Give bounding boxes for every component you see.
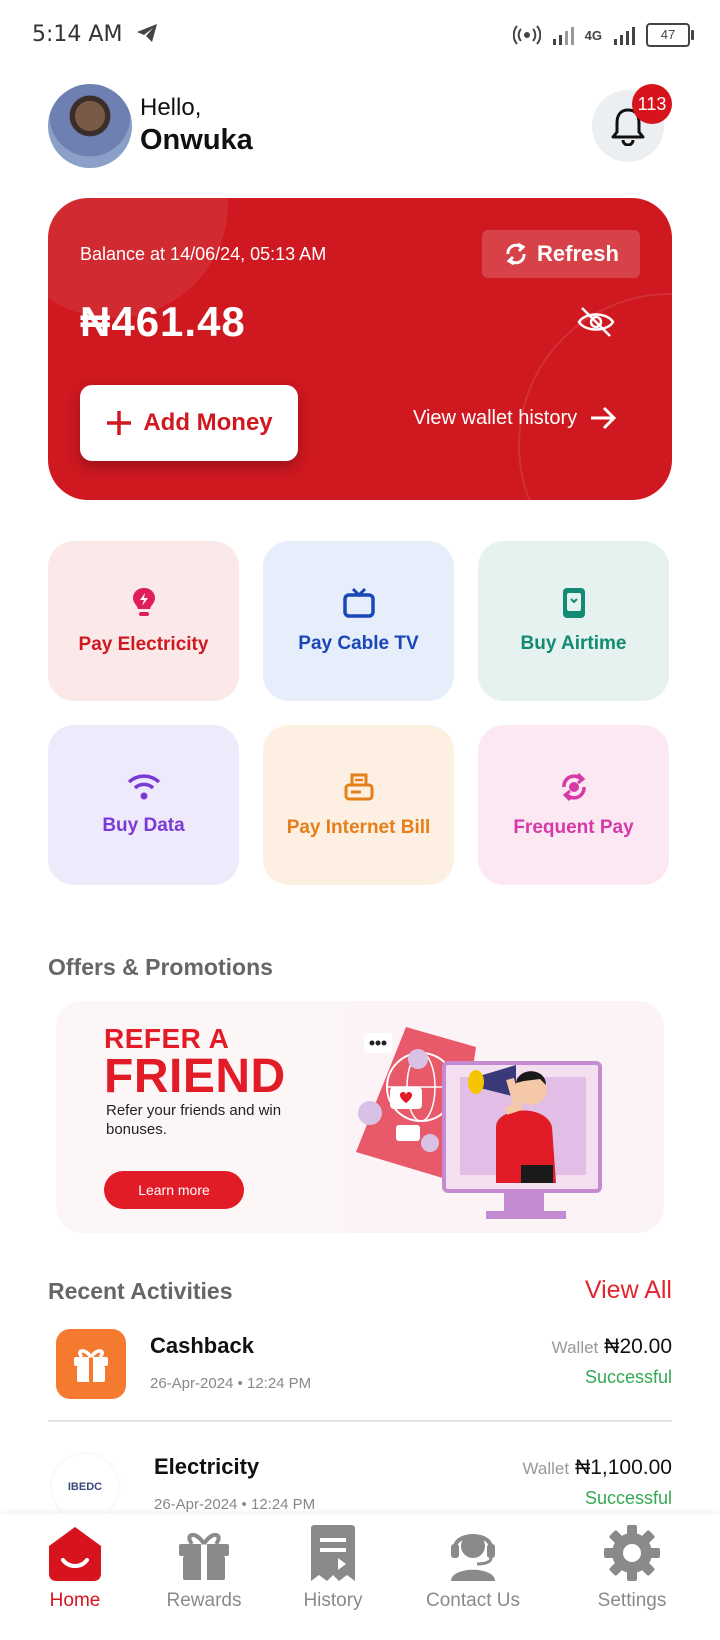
activity-source: Wallet [551,1338,599,1357]
wallet-history-link[interactable]: View wallet history [413,406,617,430]
refer-illustration [356,1027,602,1219]
refer-friend-banner[interactable]: REFER A FRIEND Refer your friends and wi… [56,1001,664,1233]
tile-label: Buy Data [102,815,185,836]
notification-badge: 113 [632,84,672,124]
nav-home[interactable]: Home [10,1524,140,1612]
hotspot-icon [512,25,541,45]
battery-icon: 47 [646,23,694,47]
cashback-icon [56,1329,126,1399]
tile-label: Frequent Pay [513,817,634,838]
add-money-label: Add Money [143,409,273,436]
repeat-icon [561,772,586,802]
bulb-icon [132,588,155,616]
add-money-button[interactable]: Add Money [80,385,298,461]
wallet-history-label: View wallet history [413,406,578,429]
activity-date: 26-Apr-2024 • 12:24 PM [150,1375,312,1392]
ibedc-logo-text: IBEDC [67,1481,103,1493]
refresh-button[interactable]: Refresh [482,230,640,278]
nav-history[interactable]: History [268,1524,398,1612]
receipt-icon [311,1525,355,1581]
promo-heading-line2: FRIEND [104,1050,286,1103]
wifi-icon [127,774,160,800]
phone-icon [562,588,585,618]
router-icon [344,773,373,801]
recent-activities-title: Recent Activities [48,1278,233,1304]
pay-electricity-tile[interactable]: Pay Electricity [48,541,239,701]
nav-label: Contact Us [426,1590,520,1611]
nav-label: Settings [597,1590,667,1611]
activity-title: Cashback [150,1333,254,1358]
activity-row[interactable]: Cashback 26-Apr-2024 • 12:24 PM Wallet ₦2… [48,1325,672,1405]
gift-icon [179,1533,229,1580]
activity-amount: Wallet ₦20.00 [552,1335,672,1359]
avatar[interactable] [48,84,132,168]
wallet-card: Balance at 14/06/24, 05:13 AM Refresh ₦4… [48,198,672,500]
tile-label: Pay Cable TV [298,633,419,654]
frequent-pay-tile[interactable]: Frequent Pay [478,725,669,885]
pay-cable-tv-tile[interactable]: Pay Cable TV [263,541,454,701]
ibedc-logo: IBEDC [52,1454,118,1514]
balance-amount: ₦461.48 [80,298,246,345]
bottom-nav: Home Rewards History Contact Us Settings [0,1514,720,1640]
activity-amount: Wallet ₦1,100.00 [522,1456,672,1480]
activity-amount-value: ₦1,100.00 [575,1456,672,1479]
tile-label: Pay Electricity [78,634,209,655]
buy-data-tile[interactable]: Buy Data [48,725,239,885]
nav-rewards[interactable]: Rewards [139,1524,269,1612]
activity-status: Successful [584,1488,672,1508]
telegram-icon [137,24,158,42]
tile-label: Pay Internet Bill [286,817,431,838]
nav-label: History [303,1590,363,1611]
tile-label: Buy Airtime [520,633,627,654]
battery-level: 47 [660,27,676,42]
signal-icon [552,27,574,45]
refresh-label: Refresh [537,241,619,266]
balance-label: Balance at 14/06/24, 05:13 AM [80,244,327,264]
gear-icon [604,1525,660,1581]
headset-icon [451,1534,495,1581]
view-all-link[interactable]: View All [585,1276,672,1305]
arrow-right-icon [591,406,617,430]
home-icon [49,1527,101,1581]
status-time: 5:14 AM [32,22,159,47]
signal-icon-2 [614,27,635,45]
status-time-text: 5:14 AM [32,22,123,47]
refresh-icon [506,242,526,266]
activity-row[interactable]: IBEDC Electricity 26-Apr-2024 • 12:24 PM… [48,1448,672,1514]
promo-subtitle: Refer your friends and win bonuses. [106,1102,282,1138]
activity-date: 26-Apr-2024 • 12:24 PM [154,1496,316,1513]
nav-contact-us[interactable]: Contact Us [398,1524,548,1612]
nav-label: Home [49,1590,101,1611]
divider [48,1420,672,1422]
nav-label: Rewards [166,1590,242,1611]
hide-balance-icon[interactable] [576,302,616,342]
buy-airtime-tile[interactable]: Buy Airtime [478,541,669,701]
activity-amount-value: ₦20.00 [604,1335,672,1358]
nav-settings[interactable]: Settings [562,1524,702,1612]
learn-more-button[interactable]: Learn more [104,1171,244,1209]
pay-internet-bill-tile[interactable]: Pay Internet Bill [263,725,454,885]
network-type: 4G [584,27,602,43]
gift-icon [74,1349,108,1382]
activity-source: Wallet [522,1459,570,1478]
activity-title: Electricity [154,1454,260,1479]
offers-title: Offers & Promotions [48,954,273,980]
activity-status: Successful [584,1367,672,1387]
greeting: Hello, [140,94,202,121]
plus-icon [107,411,132,435]
tv-icon [342,587,375,618]
user-name: Onwuka [140,124,253,156]
status-icons: 4G 47 [512,20,694,50]
